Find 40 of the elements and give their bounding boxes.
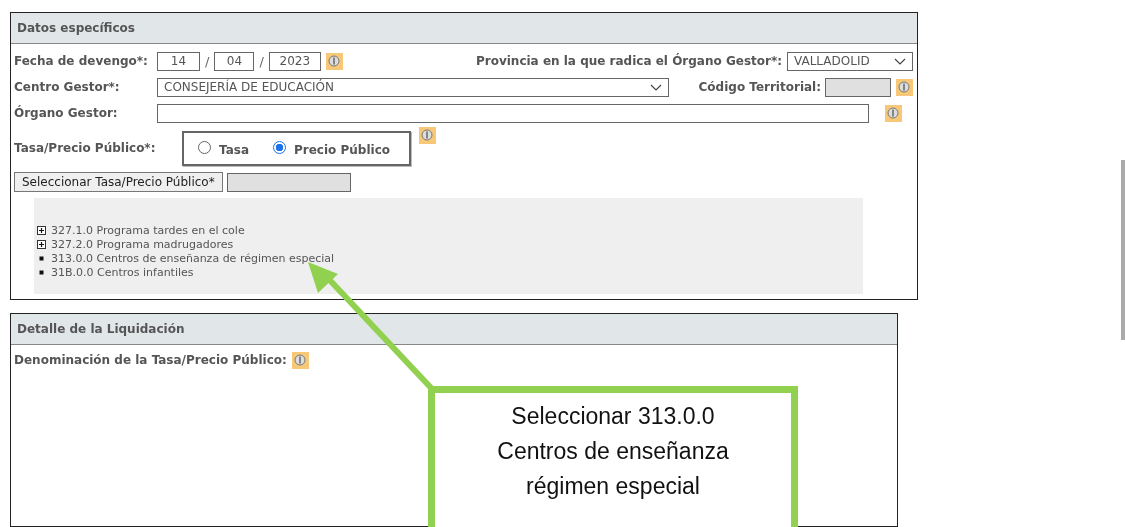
day-field[interactable]: 14 [157, 51, 200, 71]
organo-gestor-field[interactable] [157, 103, 869, 123]
province-select[interactable]: VALLADOLID [787, 51, 913, 71]
caret-icon [894, 57, 906, 65]
date-separator: / [259, 53, 264, 69]
year-field[interactable]: 2023 [268, 51, 321, 71]
callout-text: Seleccionar 313.0.0 [511, 402, 715, 431]
field-label: Provincia en la que radica el Órgano Gestor*: [475, 54, 782, 68]
tree-item[interactable]: 327.2.0 Programa madrugadores [51, 237, 234, 251]
info-icon[interactable] [291, 351, 309, 369]
field-label: Fecha de devengo*: [14, 54, 149, 68]
info-icon[interactable] [325, 52, 343, 70]
caret-icon [650, 83, 662, 91]
radio-button[interactable] [273, 140, 286, 154]
tree-item[interactable]: 31B.0.0 Centros infantiles [51, 265, 194, 279]
callout-text: Centros de enseñanza [497, 437, 729, 466]
info-icon[interactable] [885, 104, 902, 122]
panel-title: Detalle de la Liquidación [11, 314, 897, 345]
select-fee-button[interactable]: Seleccionar Tasa/Precio Público* [14, 172, 223, 192]
tree-item[interactable]: 313.0.0 Centros de enseñanza de régimen especial [51, 251, 335, 265]
callout-text: régimen especial [526, 472, 700, 501]
radio-option[interactable]: Tasa [198, 139, 249, 157]
tree-item[interactable]: 327.1.0 Programa tardes en el cole [51, 223, 245, 237]
expand-icon[interactable] [37, 239, 46, 249]
date-separator: / [205, 53, 210, 69]
field-label: Tasa/Precio Público*: [14, 141, 157, 155]
panel-title: Datos específicos [11, 13, 917, 44]
code-field [825, 77, 891, 97]
field-label: Centro Gestor*: [14, 80, 121, 94]
month-field[interactable]: 04 [214, 51, 255, 71]
radio-button[interactable] [198, 140, 211, 154]
centro-gestor-select[interactable]: CONSEJERÍA DE EDUCACIÓN [157, 77, 669, 97]
expand-icon[interactable] [37, 225, 46, 235]
info-icon[interactable] [419, 127, 436, 144]
scrollbar[interactable] [1121, 160, 1125, 340]
field-label: Órgano Gestor: [14, 106, 119, 120]
radio-option[interactable]: Precio Público [273, 139, 390, 157]
field-label: Denominación de la Tasa/Precio Público: [14, 353, 287, 367]
field-label: Código Territorial: [698, 80, 821, 94]
info-icon[interactable] [896, 78, 913, 96]
